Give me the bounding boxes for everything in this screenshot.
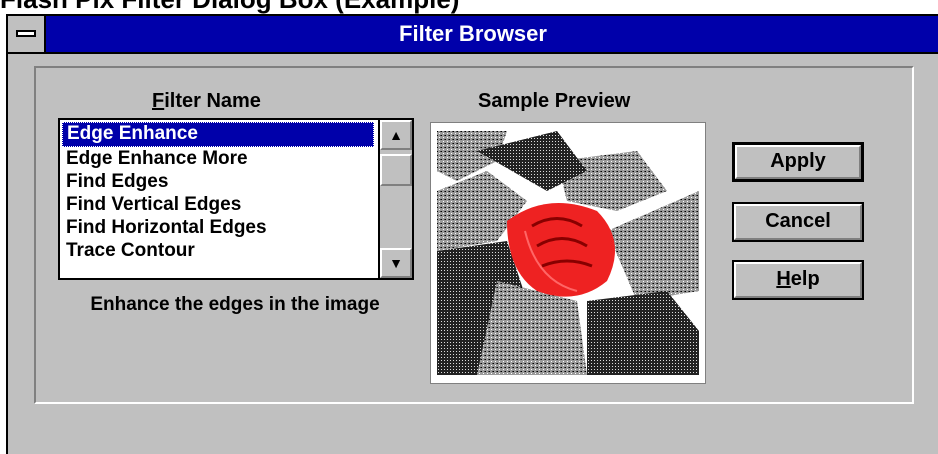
list-item-edge-enhance-more[interactable]: Edge Enhance More [62,147,374,170]
apply-button[interactable]: Apply [732,142,864,182]
cancel-button[interactable]: Cancel [732,202,864,242]
sample-preview [430,122,706,384]
filter-list[interactable]: Edge Enhance Edge Enhance More Find Edge… [58,118,414,280]
list-item-trace-contour[interactable]: Trace Contour [62,239,374,262]
page-caption: Flash Pix Filter Dialog Box (Example) [0,0,459,12]
scroll-thumb[interactable] [380,154,412,186]
arrow-down-icon[interactable]: ▼ [380,248,412,278]
rose-preview-image [437,131,699,375]
list-item-edge-enhance[interactable]: Edge Enhance [62,122,374,147]
list-item-find-edges[interactable]: Find Edges [62,170,374,193]
arrow-up-icon[interactable]: ▲ [380,120,412,150]
window-title: Filter Browser [399,21,547,46]
help-button[interactable]: Help [732,260,864,300]
list-scrollbar[interactable]: ▲ ▼ [378,120,412,278]
list-item-find-vertical-edges[interactable]: Find Vertical Edges [62,193,374,216]
filter-description: Enhance the edges in the image [90,294,380,315]
filter-name-label: Filter Name [152,90,261,112]
sample-preview-label: Sample Preview [478,90,631,112]
list-item-find-horizontal-edges[interactable]: Find Horizontal Edges [62,216,374,239]
title-bar[interactable]: Filter Browser [8,16,938,54]
